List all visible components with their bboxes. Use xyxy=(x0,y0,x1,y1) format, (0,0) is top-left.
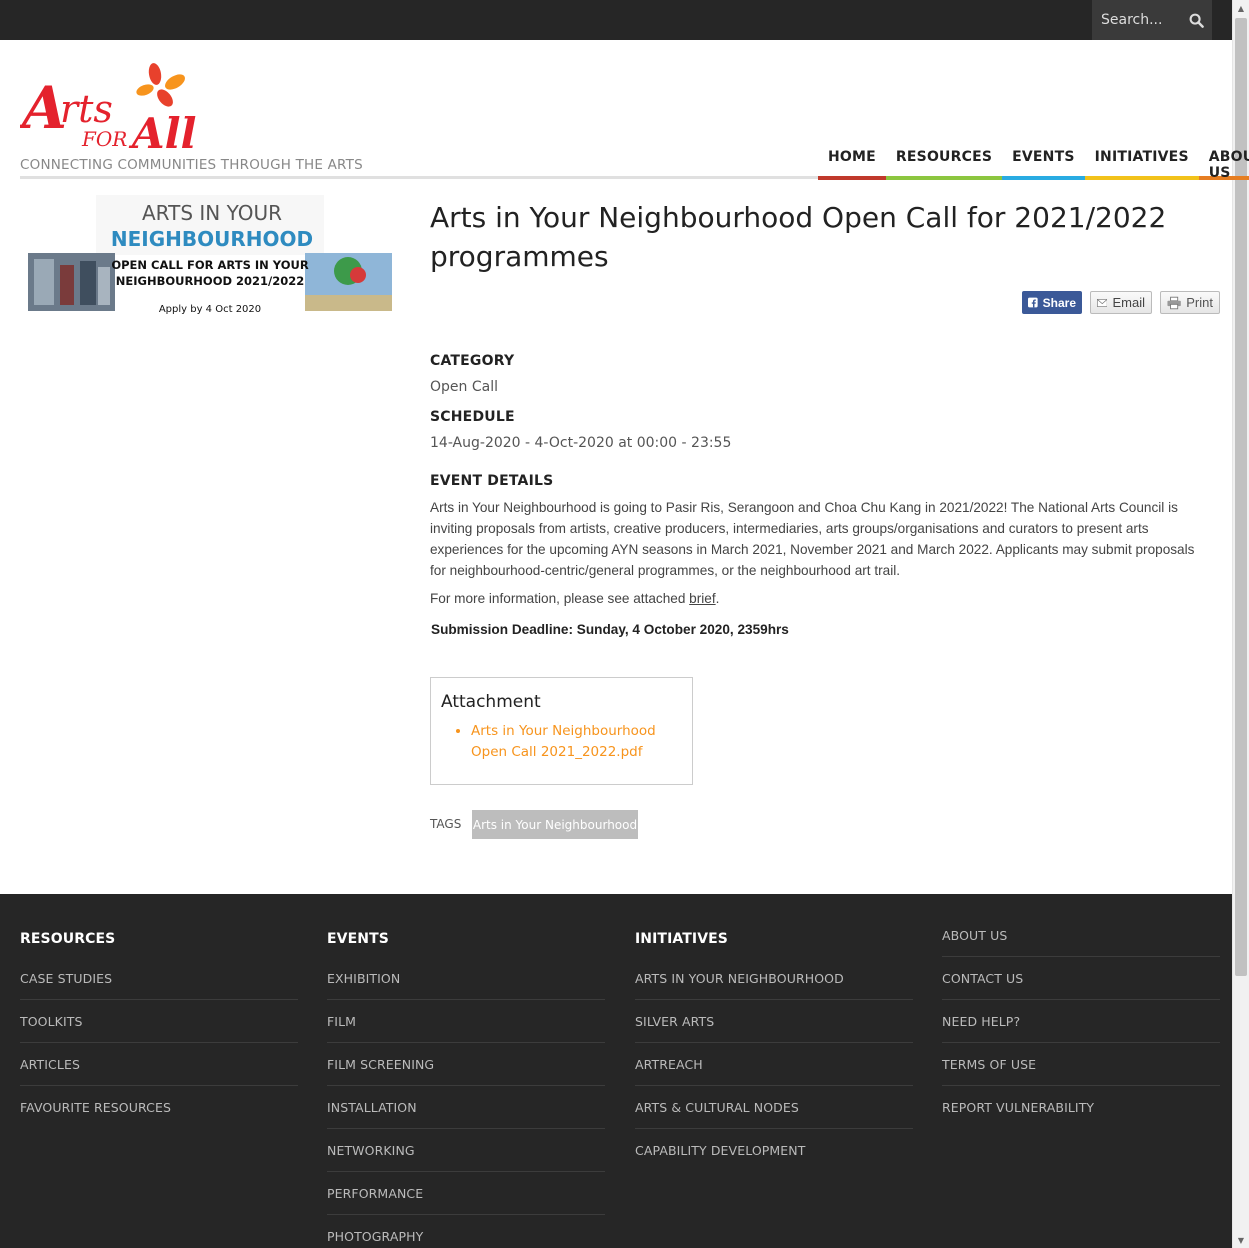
footer-link[interactable]: ARTS & CULTURAL NODES xyxy=(635,1086,913,1129)
svg-text:FOR: FOR xyxy=(81,127,127,151)
nav-home[interactable]: HOME xyxy=(818,140,886,180)
event-banner-image: ARTS IN YOUR NEIGHBOURHOOD OPEN CALL FOR… xyxy=(28,195,392,320)
footer-link[interactable]: CAPABILITY DEVELOPMENT xyxy=(635,1129,913,1172)
footer-resources-column: RESOURCES CASE STUDIES TOOLKITS ARTICLES… xyxy=(20,931,298,1129)
top-bar xyxy=(0,0,1232,40)
footer-events-column: EVENTS EXHIBITION FILM FILM SCREENING IN… xyxy=(327,931,605,1248)
share-toolbar: Share Email Print xyxy=(1022,291,1220,314)
submission-deadline: Submission Deadline: Sunday, 4 October 2… xyxy=(431,622,789,637)
search-icon xyxy=(1189,13,1204,28)
svg-text:rts: rts xyxy=(60,87,113,131)
footer-link[interactable]: FILM SCREENING xyxy=(327,1043,605,1086)
site-logo[interactable]: A rts FOR All xyxy=(17,60,210,158)
facebook-icon xyxy=(1028,297,1038,308)
footer-link[interactable]: CONTACT US xyxy=(942,957,1220,1000)
nav-resources[interactable]: RESOURCES xyxy=(885,140,1003,180)
footer-link[interactable]: PERFORMANCE xyxy=(327,1172,605,1215)
footer-about-column: ABOUT US CONTACT US NEED HELP? TERMS OF … xyxy=(942,914,1220,1129)
footer-link[interactable]: NEED HELP? xyxy=(942,1000,1220,1043)
svg-text:Apply by 4 Oct 2020: Apply by 4 Oct 2020 xyxy=(159,304,261,315)
footer-heading-initiatives[interactable]: INITIATIVES xyxy=(635,931,913,957)
category-value: Open Call xyxy=(430,379,498,395)
footer-heading-resources[interactable]: RESOURCES xyxy=(20,931,298,957)
footer-link[interactable]: ARTS IN YOUR NEIGHBOURHOOD xyxy=(635,957,913,1000)
svg-text:All: All xyxy=(128,109,197,155)
event-details-label: EVENT DETAILS xyxy=(430,473,554,489)
envelope-icon xyxy=(1097,298,1108,307)
footer-initiatives-column: INITIATIVES ARTS IN YOUR NEIGHBOURHOOD S… xyxy=(635,931,913,1172)
event-details-text: Arts in Your Neighbourhood is going to P… xyxy=(430,500,1195,578)
search-input[interactable] xyxy=(1092,0,1180,40)
flower-icon xyxy=(136,63,185,107)
event-title: Arts in Your Neighbourhood Open Call for… xyxy=(430,201,1167,273)
print-button[interactable]: Print xyxy=(1160,291,1220,314)
footer-link[interactable]: EXHIBITION xyxy=(327,957,605,1000)
attachment-title: Attachment xyxy=(441,692,541,712)
header-divider xyxy=(20,176,818,179)
svg-text:OPEN CALL FOR ARTS IN YOUR: OPEN CALL FOR ARTS IN YOUR xyxy=(111,258,308,272)
print-label: Print xyxy=(1186,295,1213,310)
attachment-item: Arts in Your Neighbourhood Open Call 202… xyxy=(471,721,682,763)
facebook-share-button[interactable]: Share xyxy=(1022,291,1082,314)
search-button[interactable] xyxy=(1180,0,1212,40)
more-info-text: For more information, please see attache… xyxy=(430,591,720,606)
svg-text:ARTS IN YOUR: ARTS IN YOUR xyxy=(142,201,282,225)
share-label: Share xyxy=(1042,295,1076,310)
attachment-list: Arts in Your Neighbourhood Open Call 202… xyxy=(471,721,682,763)
svg-text:NEIGHBOURHOOD 2021/2022: NEIGHBOURHOOD 2021/2022 xyxy=(116,274,305,288)
tags-label: TAGS xyxy=(430,817,462,831)
attachment-box: Attachment Arts in Your Neighbourhood Op… xyxy=(430,677,693,785)
search-box xyxy=(1092,0,1212,40)
footer-link[interactable]: SILVER ARTS xyxy=(635,1000,913,1043)
nav-initiatives[interactable]: INITIATIVES xyxy=(1084,140,1199,180)
scroll-down-arrow[interactable]: ▼ xyxy=(1233,1232,1249,1248)
footer-link[interactable]: CASE STUDIES xyxy=(20,957,298,1000)
schedule-label: SCHEDULE xyxy=(430,409,515,425)
scroll-up-arrow[interactable]: ▲ xyxy=(1233,0,1249,16)
nav-events[interactable]: EVENTS xyxy=(1002,140,1085,180)
footer-link[interactable]: FILM xyxy=(327,1000,605,1043)
footer-link[interactable]: TOOLKITS xyxy=(20,1000,298,1043)
tag-arts-in-your-neighbourhood[interactable]: Arts in Your Neighbourhood xyxy=(472,810,638,839)
footer-link[interactable]: REPORT VULNERABILITY xyxy=(942,1086,1220,1129)
svg-text:NEIGHBOURHOOD: NEIGHBOURHOOD xyxy=(111,227,313,251)
nav-about-us[interactable]: ABOUT US xyxy=(1198,140,1249,181)
email-button[interactable]: Email xyxy=(1090,291,1152,314)
site-footer: RESOURCES CASE STUDIES TOOLKITS ARTICLES… xyxy=(0,894,1232,1248)
printer-icon xyxy=(1167,296,1181,309)
footer-link[interactable]: ABOUT US xyxy=(942,914,1220,957)
category-label: CATEGORY xyxy=(430,353,515,369)
schedule-value: 14-Aug-2020 - 4-Oct-2020 at 00:00 - 23:5… xyxy=(430,435,732,451)
email-label: Email xyxy=(1112,295,1145,310)
footer-link[interactable]: TERMS OF USE xyxy=(942,1043,1220,1086)
brief-link[interactable]: brief xyxy=(689,591,715,606)
attachment-file-link[interactable]: Arts in Your Neighbourhood Open Call 202… xyxy=(471,723,656,760)
page-scrollbar[interactable]: ▲ ▼ xyxy=(1232,0,1249,1248)
footer-heading-events[interactable]: EVENTS xyxy=(327,931,605,957)
footer-link[interactable]: ARTICLES xyxy=(20,1043,298,1086)
footer-link[interactable]: NETWORKING xyxy=(327,1129,605,1172)
site-tagline: CONNECTING COMMUNITIES THROUGH THE ARTS xyxy=(20,157,363,173)
footer-link[interactable]: FAVOURITE RESOURCES xyxy=(20,1086,298,1129)
footer-link[interactable]: INSTALLATION xyxy=(327,1086,605,1129)
footer-link[interactable]: PHOTOGRAPHY xyxy=(327,1215,605,1248)
main-nav: HOME RESOURCES EVENTS INITIATIVES ABOUT … xyxy=(818,140,1249,181)
footer-link[interactable]: ARTREACH xyxy=(635,1043,913,1086)
